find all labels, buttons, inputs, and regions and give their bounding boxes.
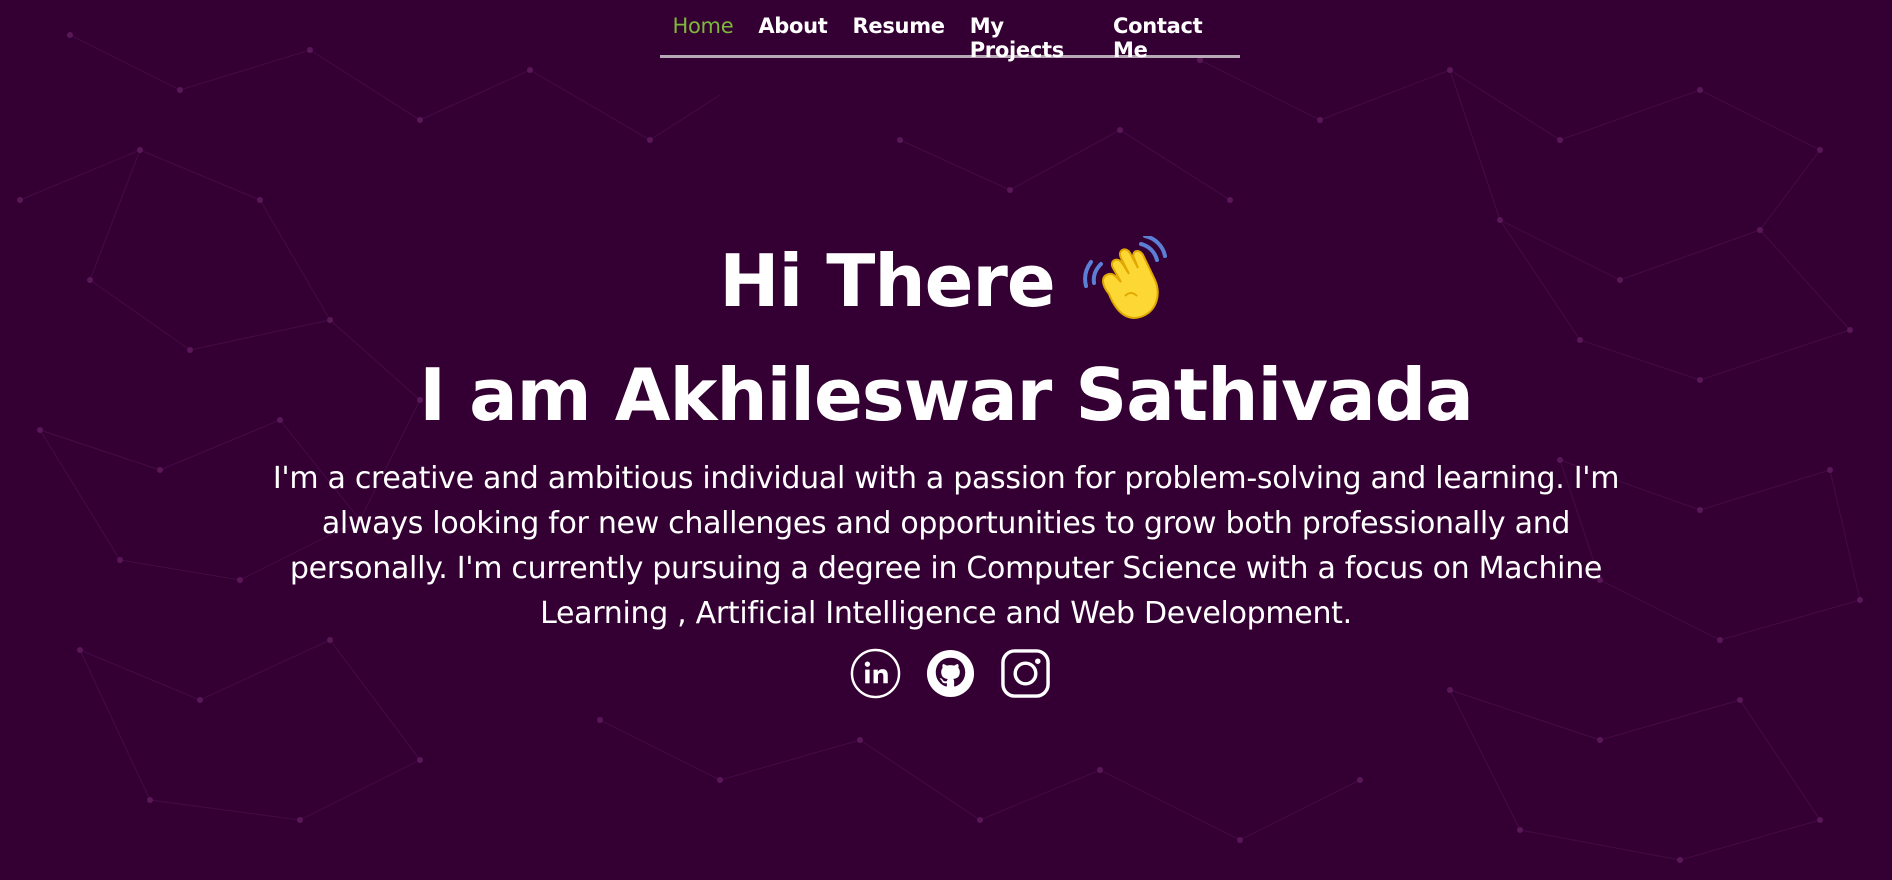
nav-contact-me-link[interactable]: Contact Me (1100, 14, 1240, 62)
hero-intro-paragraph: I'm a creative and ambitious individual … (272, 461, 1620, 631)
github-icon (926, 649, 975, 698)
nav-resume-link[interactable]: Resume (840, 14, 957, 38)
github-link[interactable] (925, 648, 976, 699)
background-network-pattern (17, 32, 1863, 863)
instagram-icon (1001, 649, 1050, 698)
top-navigation: Home About Resume My Projects Contact Me (660, 0, 1240, 62)
hero-greeting: Hi There (0, 234, 1892, 326)
nav-my-projects-link[interactable]: My Projects (957, 14, 1100, 62)
greeting-text: Hi There (719, 239, 1056, 323)
instagram-link[interactable] (1000, 648, 1051, 699)
hero-name: I am Akhileswar Sathivada (419, 353, 1474, 437)
social-links (850, 648, 1050, 700)
waving-hand-icon (1082, 234, 1173, 326)
linkedin-link[interactable] (850, 648, 901, 699)
nav-about-link[interactable]: About (746, 14, 840, 38)
nav-home-link[interactable]: Home (660, 14, 746, 38)
linkedin-icon (850, 648, 901, 699)
